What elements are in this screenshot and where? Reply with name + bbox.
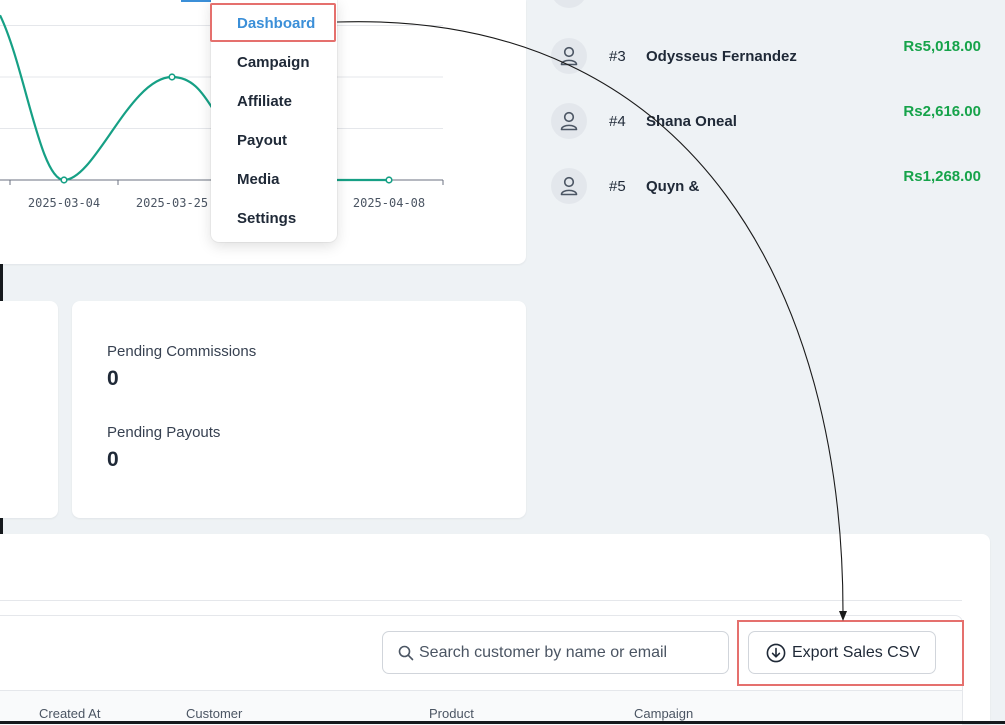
user-avatar-icon: [551, 38, 587, 74]
leaderboard-row: #5 Quyn & Rs1,268.00: [551, 168, 991, 204]
leaderboard-amount: Rs1,268.00: [903, 168, 981, 185]
leaderboard-name[interactable]: Quyn &: [646, 178, 699, 195]
leaderboard-rank: #4: [609, 113, 626, 130]
export-highlight-box: [737, 620, 964, 686]
leaderboard-amount: Rs2,616.00: [903, 103, 981, 120]
menu-item-settings[interactable]: Settings: [237, 210, 296, 227]
menu-item-media[interactable]: Media: [237, 171, 280, 188]
column-product[interactable]: Product: [429, 706, 474, 721]
search-icon: [398, 645, 414, 661]
menu-item-campaign[interactable]: Campaign: [237, 54, 310, 71]
menu-item-affiliate[interactable]: Affiliate: [237, 93, 292, 110]
leaderboard-name[interactable]: Shana Oneal: [646, 113, 737, 130]
active-tab-indicator: [181, 0, 211, 2]
chart-point: [168, 73, 176, 81]
leaderboard-name[interactable]: Odysseus Fernandez: [646, 48, 797, 65]
chart-point: [60, 176, 68, 184]
chart-x-tick-label: 2025-03-04: [28, 196, 100, 210]
chart-point: [385, 176, 393, 184]
leaderboard-row: #3 Odysseus Fernandez Rs5,018.00: [551, 38, 991, 74]
leaderboard-row: #4 Shana Oneal Rs2,616.00: [551, 103, 991, 139]
leaderboard-rank: #5: [609, 178, 626, 195]
pending-stats-card: [72, 301, 526, 518]
pending-commissions-label: Pending Commissions: [107, 343, 257, 360]
search-input[interactable]: [419, 632, 719, 673]
pending-payouts-label: Pending Payouts: [107, 424, 221, 441]
avatar-partial: [551, 0, 587, 8]
chart-series-line: [0, 14, 215, 182]
customer-search[interactable]: [382, 631, 729, 674]
leaderboard-rank: #3: [609, 48, 626, 65]
user-avatar-icon: [551, 103, 587, 139]
divider: [0, 600, 962, 601]
chart-x-tick-label: 2025-04-08: [353, 196, 425, 210]
sales-table-header: Created At Customer Product Campaign: [0, 690, 962, 725]
column-created-at[interactable]: Created At: [39, 706, 100, 721]
menu-item-payout[interactable]: Payout: [237, 132, 287, 149]
leaderboard-amount: Rs5,018.00: [903, 38, 981, 55]
stat-card-partial: [0, 301, 58, 518]
chart-x-tick-label: 2025-03-25: [136, 196, 208, 210]
column-campaign[interactable]: Campaign: [634, 706, 693, 721]
user-avatar-icon: [551, 168, 587, 204]
column-customer[interactable]: Customer: [186, 706, 242, 721]
pending-payouts-value: 0: [107, 448, 119, 471]
pending-commissions-value: 0: [107, 367, 119, 390]
dashboard-highlight-box: [210, 3, 336, 42]
